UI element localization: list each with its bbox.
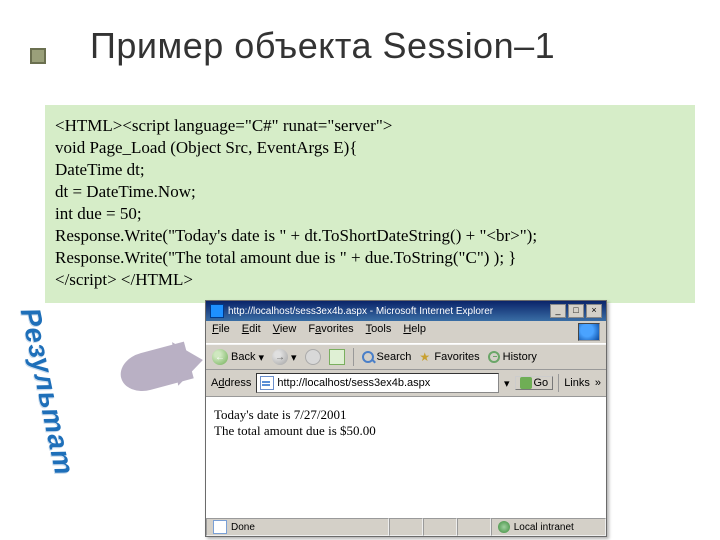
history-icon xyxy=(488,351,500,363)
search-label: Search xyxy=(377,351,412,363)
ie-icon xyxy=(210,304,224,318)
search-button[interactable]: Search xyxy=(362,351,412,363)
forward-arrow-icon: → xyxy=(272,349,288,365)
status-done: Done xyxy=(206,518,389,536)
page-icon xyxy=(260,376,274,390)
separator xyxy=(558,374,559,392)
ie-logo-icon xyxy=(578,323,600,341)
status-bar: Done Local intranet xyxy=(206,517,606,536)
code-line: Response.Write("Today's date is " + dt.T… xyxy=(55,225,685,247)
links-chevron-icon[interactable]: » xyxy=(595,377,601,389)
bullet-icon xyxy=(30,48,46,64)
back-arrow-icon: ← xyxy=(212,349,228,365)
search-icon xyxy=(362,351,374,363)
go-label: Go xyxy=(534,377,549,389)
code-block: <HTML><script language="C#" runat="serve… xyxy=(45,105,695,303)
history-label: History xyxy=(503,351,537,363)
code-line: void Page_Load (Object Src, EventArgs E)… xyxy=(55,137,685,159)
code-line: </script> </HTML> xyxy=(55,269,685,291)
address-value: http://localhost/sess3ex4b.aspx xyxy=(277,377,430,389)
stop-icon[interactable] xyxy=(305,349,321,365)
refresh-icon[interactable] xyxy=(329,349,345,365)
menu-tools[interactable]: Tools xyxy=(366,323,392,341)
menu-favorites[interactable]: Favorites xyxy=(308,323,353,341)
forward-button[interactable]: → ▾ xyxy=(272,349,297,365)
menu-view[interactable]: View xyxy=(273,323,297,341)
chevron-down-icon: ▾ xyxy=(291,351,297,364)
history-button[interactable]: History xyxy=(488,351,537,363)
status-cell xyxy=(389,518,423,536)
favorites-button[interactable]: ★ Favorites xyxy=(419,351,479,363)
output-line: The total amount due is $50.00 xyxy=(214,423,598,439)
toolbar: ← Back ▾ → ▾ Search ★ Favorites History xyxy=(206,344,606,370)
result-label: Результат xyxy=(14,305,81,478)
browser-titlebar[interactable]: http://localhost/sess3ex4b.aspx - Micros… xyxy=(206,301,606,321)
star-icon: ★ xyxy=(419,351,431,363)
links-label[interactable]: Links xyxy=(564,377,590,389)
address-dropdown-icon[interactable]: ▾ xyxy=(504,377,510,390)
browser-content: Today's date is 7/27/2001 The total amou… xyxy=(206,397,606,517)
chevron-down-icon: ▾ xyxy=(258,351,264,364)
menu-edit[interactable]: Edit xyxy=(242,323,261,341)
status-cell xyxy=(457,518,491,536)
address-bar: Address http://localhost/sess3ex4b.aspx … xyxy=(206,370,606,397)
favorites-label: Favorites xyxy=(434,351,479,363)
status-cell xyxy=(423,518,457,536)
address-label: Address xyxy=(211,377,251,389)
menu-help[interactable]: Help xyxy=(403,323,426,341)
close-button[interactable]: × xyxy=(586,304,602,318)
back-label: Back xyxy=(231,351,255,363)
slide-title: Пример объекта Session–1 xyxy=(90,25,555,67)
address-input[interactable]: http://localhost/sess3ex4b.aspx xyxy=(256,373,499,393)
minimize-button[interactable]: _ xyxy=(550,304,566,318)
status-zone-text: Local intranet xyxy=(514,522,574,533)
menu-file[interactable]: File xyxy=(212,323,230,341)
status-done-text: Done xyxy=(231,522,255,533)
separator xyxy=(353,348,354,366)
done-icon xyxy=(213,520,227,534)
back-button[interactable]: ← Back ▾ xyxy=(212,349,264,365)
go-icon xyxy=(520,377,532,389)
window-title: http://localhost/sess3ex4b.aspx - Micros… xyxy=(228,306,550,317)
code-line: <HTML><script language="C#" runat="serve… xyxy=(55,115,685,137)
menubar: File Edit View Favorites Tools Help xyxy=(206,321,606,344)
code-line: int due = 50; xyxy=(55,203,685,225)
browser-window: http://localhost/sess3ex4b.aspx - Micros… xyxy=(205,300,607,537)
code-line: DateTime dt; xyxy=(55,159,685,181)
go-button[interactable]: Go xyxy=(515,376,554,390)
arrow-icon xyxy=(120,340,210,400)
code-line: Response.Write("The total amount due is … xyxy=(55,247,685,269)
code-line: dt = DateTime.Now; xyxy=(55,181,685,203)
status-zone: Local intranet xyxy=(491,518,606,536)
output-line: Today's date is 7/27/2001 xyxy=(214,407,598,423)
maximize-button[interactable]: □ xyxy=(568,304,584,318)
zone-icon xyxy=(498,521,510,533)
